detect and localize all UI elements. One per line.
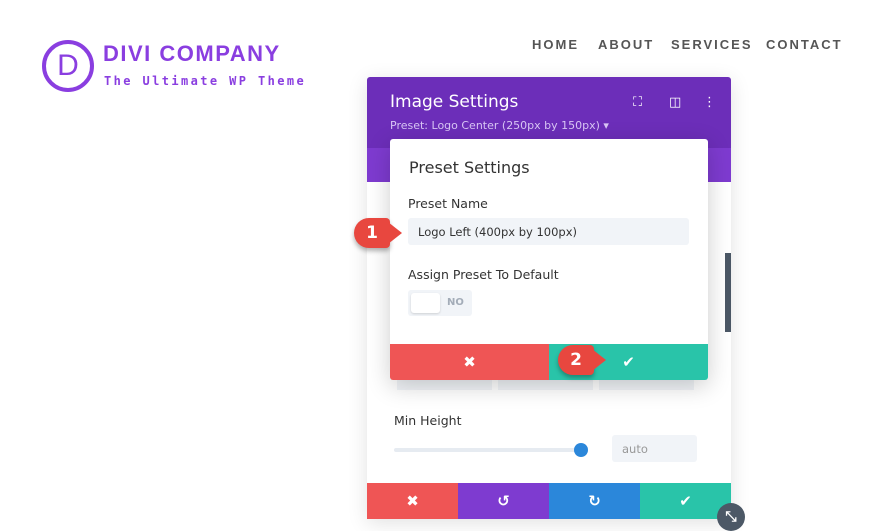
popup-title: Preset Settings [409,158,530,177]
callout-1: 1 [354,218,402,248]
assign-default-toggle[interactable]: NO [408,290,472,316]
scrollbar[interactable] [725,253,731,332]
preset-name-input[interactable]: Logo Left (400px by 100px) [408,218,689,245]
toggle-knob [411,293,440,313]
popup-cancel-button[interactable]: ✖ [390,344,549,380]
redo-button[interactable]: ↻ [549,483,640,519]
logo-icon[interactable]: D [42,40,94,92]
min-height-slider[interactable] [394,448,581,452]
split-view-icon[interactable]: ◫ [669,95,681,110]
fullscreen-icon[interactable]: ⛶ [633,95,642,110]
nav-services[interactable]: SERVICES [671,37,753,52]
assign-default-label: Assign Preset To Default [408,267,559,282]
preset-name-label: Preset Name [408,196,488,211]
callout-2: 2 [558,345,606,375]
preset-settings-popup: Preset Settings Preset Name Logo Left (4… [390,139,708,380]
nav-about[interactable]: ABOUT [598,37,654,52]
slider-handle[interactable] [574,443,588,457]
min-height-label: Min Height [394,413,462,428]
undo-button[interactable]: ↺ [458,483,549,519]
toggle-label: NO [447,297,464,308]
preset-dropdown[interactable]: Preset: Logo Center (250px by 150px) ▾ [390,119,609,132]
nav-home[interactable]: HOME [532,37,579,52]
discard-button[interactable]: ✖ [367,483,458,519]
modal-title: Image Settings [390,92,519,112]
brand-name[interactable]: DIVI COMPANY [103,41,281,67]
more-options-icon[interactable]: ⋮ [703,95,716,110]
modal-header: Image Settings Preset: Logo Center (250p… [367,77,731,148]
resize-icon[interactable]: ⤡ [717,503,745,531]
min-height-input[interactable]: auto [612,435,697,462]
brand-tagline: The Ultimate WP Theme [104,74,307,88]
nav-contact[interactable]: CONTACT [766,37,843,52]
